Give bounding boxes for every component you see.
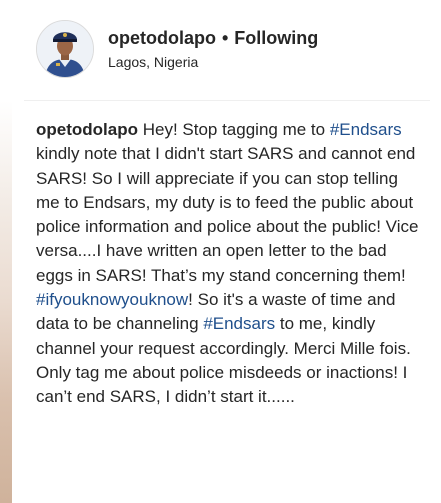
hashtag-link[interactable]: #Endsars <box>203 314 275 333</box>
following-button[interactable]: Following <box>234 27 318 49</box>
avatar[interactable] <box>36 20 94 78</box>
divider <box>24 100 430 101</box>
header-line: opetodolapo • Following <box>108 27 318 49</box>
hashtag-link[interactable]: #Endsars <box>330 120 402 139</box>
location-link[interactable]: Lagos, Nigeria <box>108 53 318 71</box>
post-header: opetodolapo • Following Lagos, Nigeria <box>36 18 426 80</box>
caption-text: kindly note that I didn't start SARS and… <box>36 144 419 285</box>
hashtag-link[interactable]: #ifyouknowyouknow <box>36 290 188 309</box>
instagram-post-panel: opetodolapo • Following Lagos, Nigeria o… <box>0 0 441 503</box>
caption-username[interactable]: opetodolapo <box>36 120 138 139</box>
username-link[interactable]: opetodolapo <box>108 27 216 49</box>
avatar-image <box>37 21 93 77</box>
header-text: opetodolapo • Following Lagos, Nigeria <box>108 27 318 71</box>
caption-text: Hey! Stop tagging me to <box>137 120 330 139</box>
adjacent-image-edge <box>0 0 12 503</box>
post-caption: opetodolapo Hey! Stop tagging me to #End… <box>36 118 426 410</box>
separator-dot: • <box>221 28 229 48</box>
